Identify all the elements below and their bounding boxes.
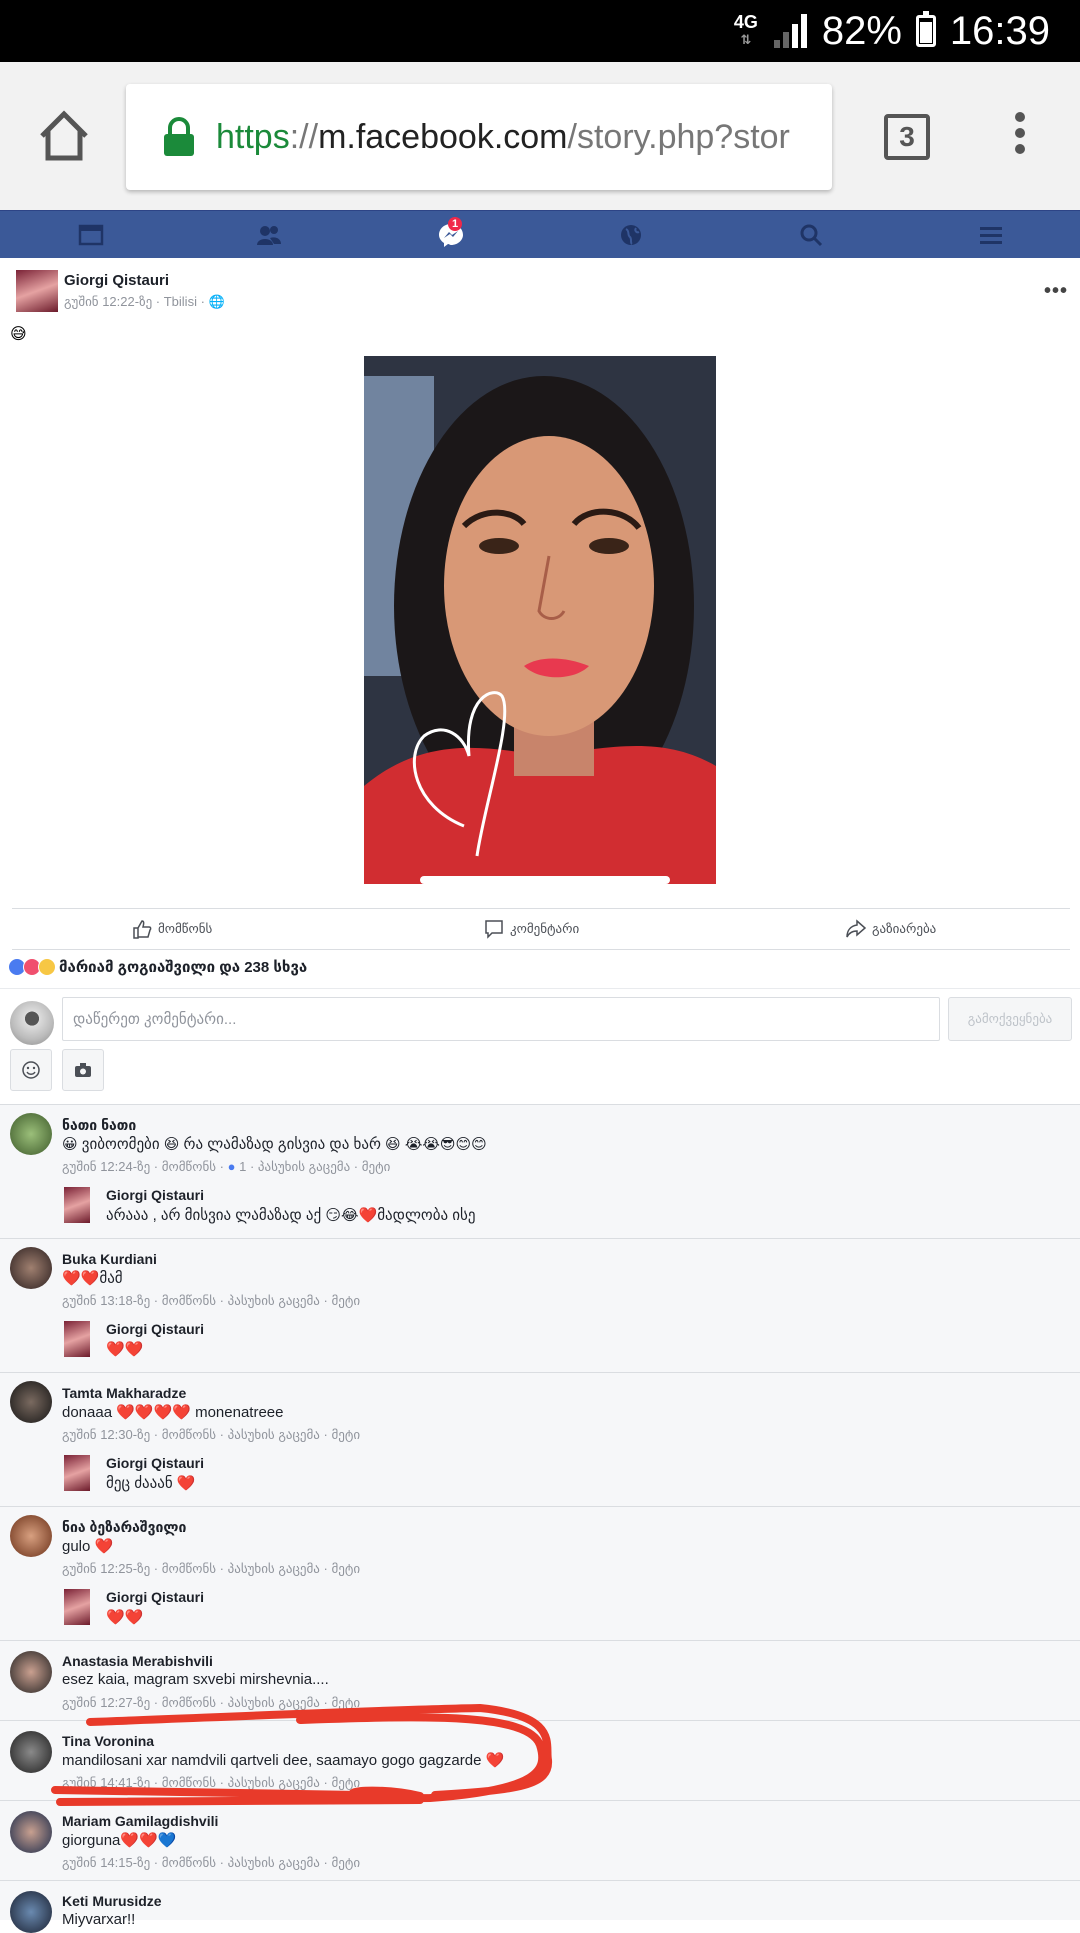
comment-text: 😀 ვიბოომები 😆 რა ლამაზად გისვია და ხარ 😆…: [62, 1136, 487, 1153]
commenter-name[interactable]: ნათი ნათი: [62, 1117, 136, 1134]
comment-text: esez kaia, magram sxvebi mirshevnia....: [62, 1671, 329, 1688]
reactions-summary[interactable]: მარიამ გოგიაშვილი და 238 სხვა: [8, 958, 307, 976]
commenter-avatar[interactable]: [10, 1381, 52, 1423]
commenter-name[interactable]: Anastasia Merabishvili: [62, 1653, 213, 1669]
comment: ნია ბეზარაშვილი gulo ❤️ გუშინ 12:25-ზე ·…: [0, 1506, 1080, 1640]
like-count-icon: ●: [227, 1159, 236, 1174]
friends-icon[interactable]: [256, 223, 282, 247]
reply-avatar[interactable]: [64, 1589, 90, 1625]
comment: Anastasia Merabishvili esez kaia, magram…: [0, 1640, 1080, 1720]
messages-badge: 1: [448, 217, 463, 231]
commenter-name[interactable]: Tina Voronina: [62, 1733, 154, 1749]
smiley-icon: [22, 1061, 40, 1079]
comment-input[interactable]: დაწერეთ კომენტარი...: [62, 997, 940, 1041]
clock: 16:39: [949, 8, 1050, 53]
reply-author[interactable]: Giorgi Qistauri: [106, 1187, 204, 1203]
post-actions-bar: მომწონს კომენტარი გაზიარება: [12, 908, 1070, 950]
photo-illustration: [364, 356, 716, 884]
comment: Tamta Makharadze donaaa ❤️❤️❤️❤️ monenat…: [0, 1372, 1080, 1506]
comment-text: ❤️❤️მამ: [62, 1270, 123, 1287]
camera-icon: [75, 1063, 91, 1077]
commenter-avatar[interactable]: [10, 1651, 52, 1693]
signal-icon: [772, 14, 808, 48]
haha-reaction-icon: [38, 958, 56, 976]
reply-text: ❤️❤️: [106, 1609, 144, 1626]
comment: Keti Murusidze Miyvarxar!!: [0, 1880, 1080, 1933]
globe-icon[interactable]: [618, 223, 644, 247]
battery-percent: 82%: [821, 8, 902, 53]
comment-text: donaaa ❤️❤️❤️❤️ monenatreee: [62, 1404, 284, 1421]
commenter-name[interactable]: Buka Kurdiani: [62, 1251, 157, 1267]
comment-bubble-icon: [485, 920, 503, 939]
post-meta: გუშინ 12:22-ზე · Tbilisi · 🌐: [64, 294, 225, 309]
share-button[interactable]: გაზიარება: [846, 919, 936, 939]
commenter-avatar[interactable]: [10, 1113, 52, 1155]
viewer-avatar: [10, 1001, 54, 1045]
comment-button[interactable]: კომენტარი: [484, 919, 579, 939]
commenter-name[interactable]: Tamta Makharadze: [62, 1385, 186, 1401]
network-type: 4G ⇅: [733, 12, 758, 47]
comment: Buka Kurdiani ❤️❤️მამ გუშინ 13:18-ზე · მ…: [0, 1238, 1080, 1372]
commenter-avatar[interactable]: [10, 1247, 52, 1289]
reply-text: ❤️❤️: [106, 1341, 144, 1358]
news-feed-icon[interactable]: [78, 223, 104, 247]
commenter-avatar[interactable]: [10, 1731, 52, 1773]
reply-avatar[interactable]: [64, 1187, 90, 1223]
url-text: https://m.facebook.com/story.php?stor: [216, 117, 790, 156]
tab-switcher-button[interactable]: 3: [884, 114, 930, 160]
comment-meta: გუშინ 12:24-ზე · მომწონს · ● 1 · პასუხის…: [62, 1159, 391, 1174]
reply-avatar[interactable]: [64, 1455, 90, 1491]
lock-icon: [164, 117, 194, 156]
photo-attach-button[interactable]: [62, 1049, 104, 1091]
post-text: 😅: [10, 326, 27, 343]
reply-author[interactable]: Giorgi Qistauri: [106, 1589, 204, 1605]
post-options-icon[interactable]: •••: [1044, 280, 1068, 303]
sticker-button[interactable]: [10, 1049, 52, 1091]
author-avatar[interactable]: [16, 270, 58, 312]
reply-author[interactable]: Giorgi Qistauri: [106, 1321, 204, 1337]
comment-text: giorguna❤️❤️💙: [62, 1832, 177, 1849]
commenter-avatar[interactable]: [10, 1515, 52, 1557]
commenter-name[interactable]: Mariam Gamilagdishvili: [62, 1813, 218, 1829]
commenter-name[interactable]: Keti Murusidze: [62, 1893, 162, 1909]
reaction-icons: [8, 958, 56, 976]
comment-meta: გუშინ 13:18-ზე · მომწონს · პასუხის გაცემ…: [62, 1293, 361, 1308]
comment: ნათი ნათი 😀 ვიბოომები 😆 რა ლამაზად გისვი…: [0, 1104, 1080, 1238]
battery-icon: [915, 11, 936, 47]
hamburger-menu-icon[interactable]: [978, 223, 1004, 247]
reply-avatar[interactable]: [64, 1321, 90, 1357]
comment: Tina Voronina mandilosani xar namdvili q…: [0, 1720, 1080, 1800]
comment-meta: გუშინ 14:15-ზე · მომწონს · პასუხის გაცემ…: [62, 1855, 361, 1870]
facebook-nav-bar: 1: [0, 210, 1080, 258]
comment-meta: გუშინ 14:41-ზე · მომწონს · პასუხის გაცემ…: [62, 1775, 361, 1790]
status-bar: 4G ⇅ 82% 16:39: [0, 0, 1080, 62]
author-name[interactable]: Giorgi Qistauri: [64, 272, 169, 289]
like-button[interactable]: მომწონს: [132, 919, 212, 939]
comments-list: ნათი ნათი 😀 ვიბოომები 😆 რა ლამაზად გისვი…: [0, 1104, 1080, 1933]
public-globe-icon: 🌐: [208, 294, 225, 309]
comment-meta: გუშინ 12:27-ზე · მომწონს · პასუხის გაცემ…: [62, 1695, 361, 1710]
comment-composer: დაწერეთ კომენტარი... გამოქვეყნება: [0, 988, 1080, 1106]
commenter-name[interactable]: ნია ბეზარაშვილი: [62, 1519, 186, 1536]
overflow-menu-icon[interactable]: [1010, 112, 1030, 164]
comment-meta: გუშინ 12:30-ზე · მომწონს · პასუხის გაცემ…: [62, 1427, 361, 1442]
share-arrow-icon: [846, 919, 866, 938]
commenter-avatar[interactable]: [10, 1891, 52, 1933]
comment-meta: გუშინ 12:25-ზე · მომწონს · პასუხის გაცემ…: [62, 1561, 361, 1576]
reply-text: არააა , არ მისვია ლამაზად აქ 😏😂❤️მადლობა…: [106, 1207, 476, 1224]
home-icon[interactable]: [38, 110, 90, 162]
browser-toolbar: https://m.facebook.com/story.php?stor 3: [0, 62, 1080, 210]
commenter-avatar[interactable]: [10, 1811, 52, 1853]
reply-author[interactable]: Giorgi Qistauri: [106, 1455, 204, 1471]
post-comment-button[interactable]: გამოქვეყნება: [948, 997, 1072, 1041]
post-photo[interactable]: [364, 356, 716, 884]
comment-text: gulo ❤️: [62, 1538, 114, 1555]
reply-text: მეც ძააან ❤️: [106, 1475, 196, 1492]
thumbs-up-icon: [133, 920, 152, 939]
search-icon[interactable]: [798, 223, 824, 247]
address-bar[interactable]: https://m.facebook.com/story.php?stor: [126, 84, 832, 190]
comment-text: mandilosani xar namdvili qartveli dee, s…: [62, 1752, 505, 1769]
comment: Mariam Gamilagdishvili giorguna❤️❤️💙 გუშ…: [0, 1800, 1080, 1880]
